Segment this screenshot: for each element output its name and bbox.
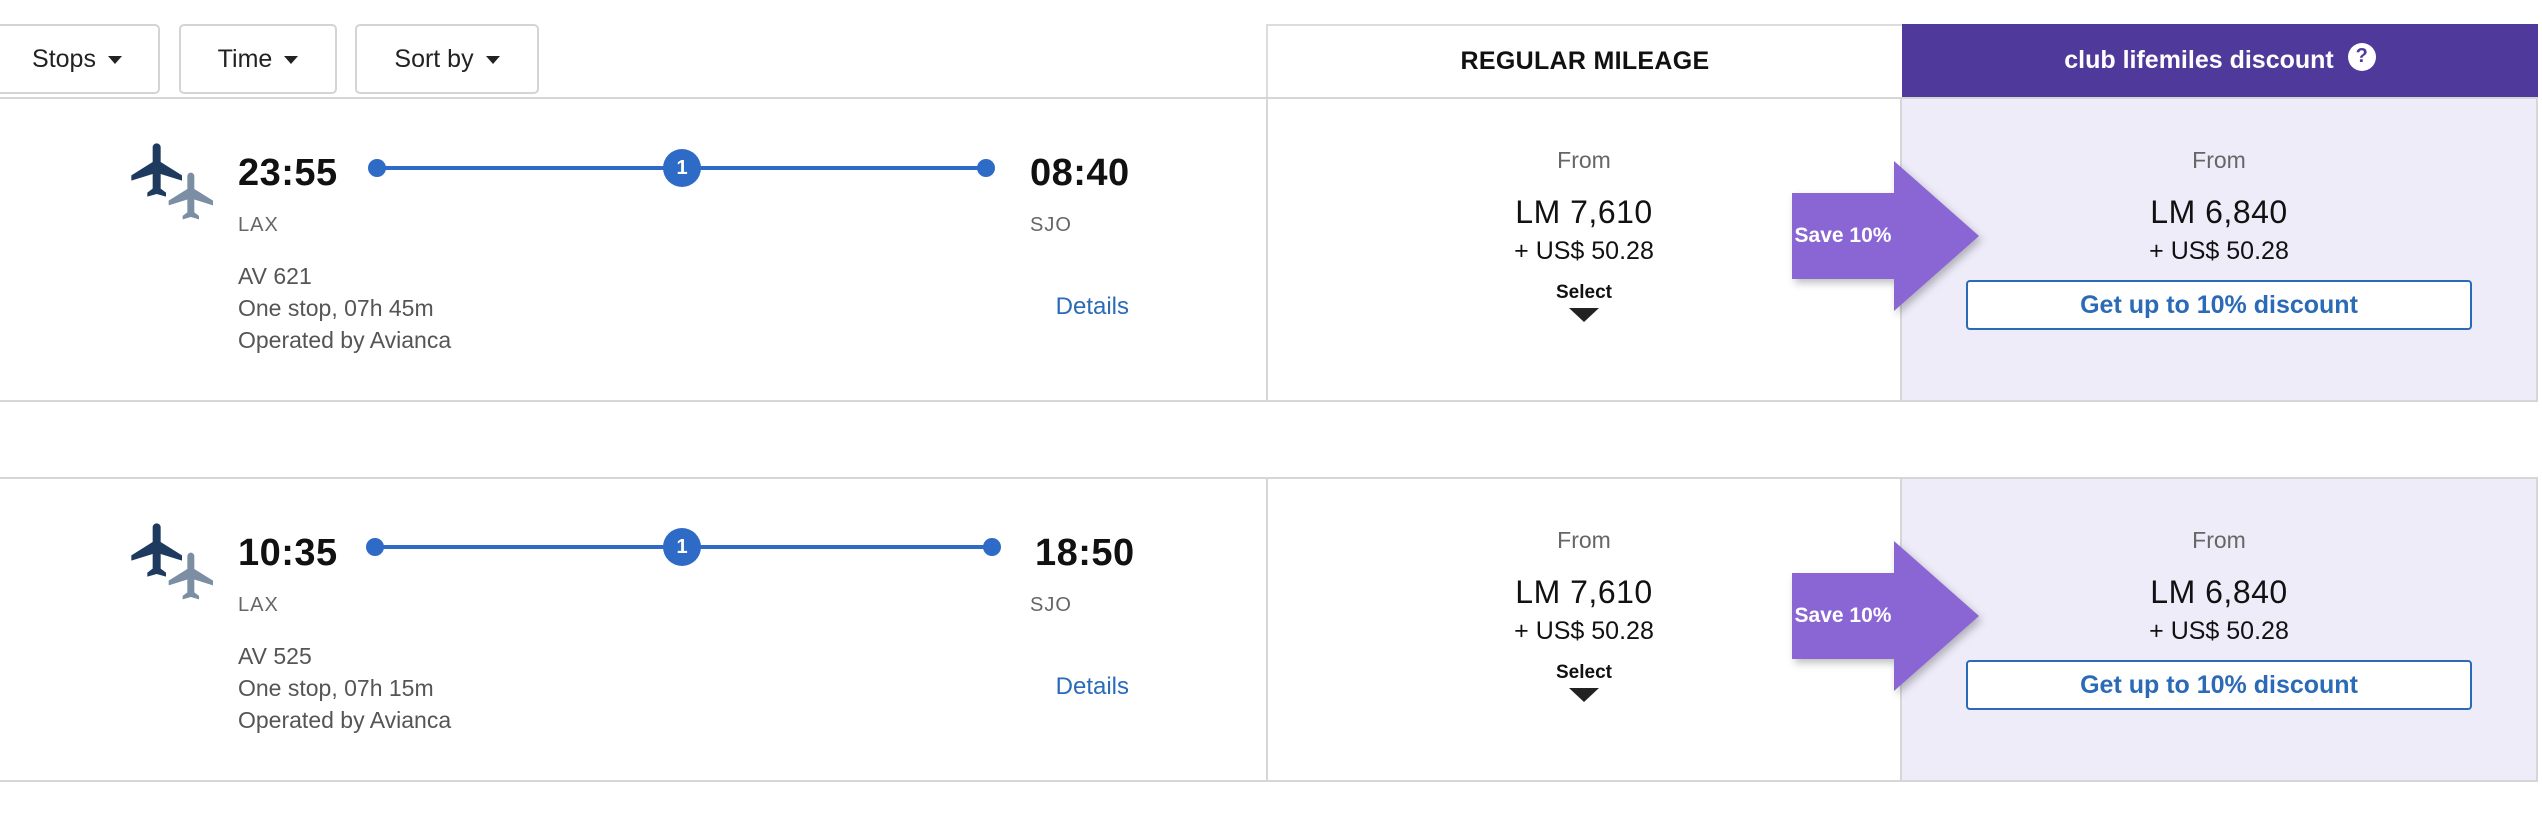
flight-info: 10:35 LAX 1 18:50 SJO AV 525 One stop, 0… — [0, 479, 1266, 780]
save-badge: Save 10% — [1792, 541, 1982, 691]
destination-dot — [977, 159, 995, 177]
stops-filter-label: Stops — [32, 44, 96, 73]
time-filter-button[interactable]: Time — [179, 24, 337, 94]
departure-airport: LAX — [238, 214, 279, 236]
flight-number: AV 621 — [238, 263, 312, 289]
sort-by-label: Sort by — [394, 44, 474, 73]
club-taxes: + US$ 50.28 — [2149, 617, 2289, 645]
arrival-time: 18:50 — [1035, 532, 1135, 574]
arrival-airport: SJO — [1030, 214, 1072, 236]
club-discount-cell: From LM 6,840 + US$ 50.28 Get up to 10% … — [1902, 479, 2538, 780]
destination-dot — [983, 538, 1001, 556]
get-discount-button[interactable]: Get up to 10% discount — [1966, 280, 2472, 330]
club-price-block: From LM 6,840 + US$ 50.28 Get up to 10% … — [1902, 147, 2536, 330]
origin-dot — [368, 159, 386, 177]
time-filter-label: Time — [217, 44, 273, 73]
flight-number: AV 525 — [238, 643, 312, 669]
flight-results-page: Stops Time Sort by REGULAR MILEAGE club … — [0, 0, 2542, 822]
caret-down-icon[interactable] — [1569, 308, 1599, 322]
chevron-down-icon — [107, 56, 122, 64]
details-link[interactable]: Details — [1056, 293, 1129, 321]
club-taxes: + US$ 50.28 — [2149, 237, 2289, 265]
get-discount-button[interactable]: Get up to 10% discount — [1966, 660, 2472, 710]
regular-mileage-header-label: REGULAR MILEAGE — [1460, 47, 1710, 75]
arrival-airport: SJO — [1030, 594, 1072, 616]
save-label: Save 10% — [1794, 604, 1892, 627]
departure-time: 10:35 — [238, 532, 338, 574]
connecting-flight-icon — [126, 515, 226, 615]
club-miles: LM 6,840 — [2150, 194, 2288, 230]
club-discount-cell: From LM 6,840 + US$ 50.28 Get up to 10% … — [1902, 99, 2538, 400]
arrival-time: 08:40 — [1030, 152, 1130, 194]
departure-time: 23:55 — [238, 152, 338, 194]
chevron-down-icon — [485, 56, 500, 64]
from-label: From — [2192, 527, 2246, 553]
details-link[interactable]: Details — [1056, 673, 1129, 701]
connecting-flight-icon — [126, 135, 226, 235]
flight-info: 23:55 LAX 1 08:40 SJO AV 621 One stop, 0… — [0, 99, 1266, 400]
departure-airport: LAX — [238, 594, 279, 616]
sort-by-button[interactable]: Sort by — [355, 24, 539, 94]
flight-operator: Operated by Avianca — [238, 707, 452, 733]
flight-duration: One stop, 07h 45m — [238, 295, 434, 321]
origin-dot — [366, 538, 384, 556]
stops-count-badge: 1 — [663, 149, 701, 187]
regular-mileage-header: REGULAR MILEAGE — [1266, 24, 1902, 97]
stops-count-badge: 1 — [663, 528, 701, 566]
caret-down-icon[interactable] — [1569, 688, 1599, 702]
save-badge: Save 10% — [1792, 161, 1982, 311]
flight-row: 23:55 LAX 1 08:40 SJO AV 621 One stop, 0… — [0, 97, 2538, 402]
save-label: Save 10% — [1794, 224, 1892, 247]
flight-row: 10:35 LAX 1 18:50 SJO AV 525 One stop, 0… — [0, 477, 2538, 782]
club-lifemiles-header: club lifemiles discount ? — [1902, 24, 2538, 97]
help-icon[interactable]: ? — [2347, 42, 2376, 71]
flight-operator: Operated by Avianca — [238, 327, 452, 353]
chevron-down-icon — [284, 56, 299, 64]
from-label: From — [2192, 147, 2246, 173]
club-price-block: From LM 6,840 + US$ 50.28 Get up to 10% … — [1902, 527, 2536, 710]
flight-duration: One stop, 07h 15m — [238, 675, 434, 701]
club-lifemiles-header-label: club lifemiles discount — [2064, 46, 2334, 74]
stops-filter-button[interactable]: Stops — [0, 24, 160, 94]
club-miles: LM 6,840 — [2150, 574, 2288, 610]
